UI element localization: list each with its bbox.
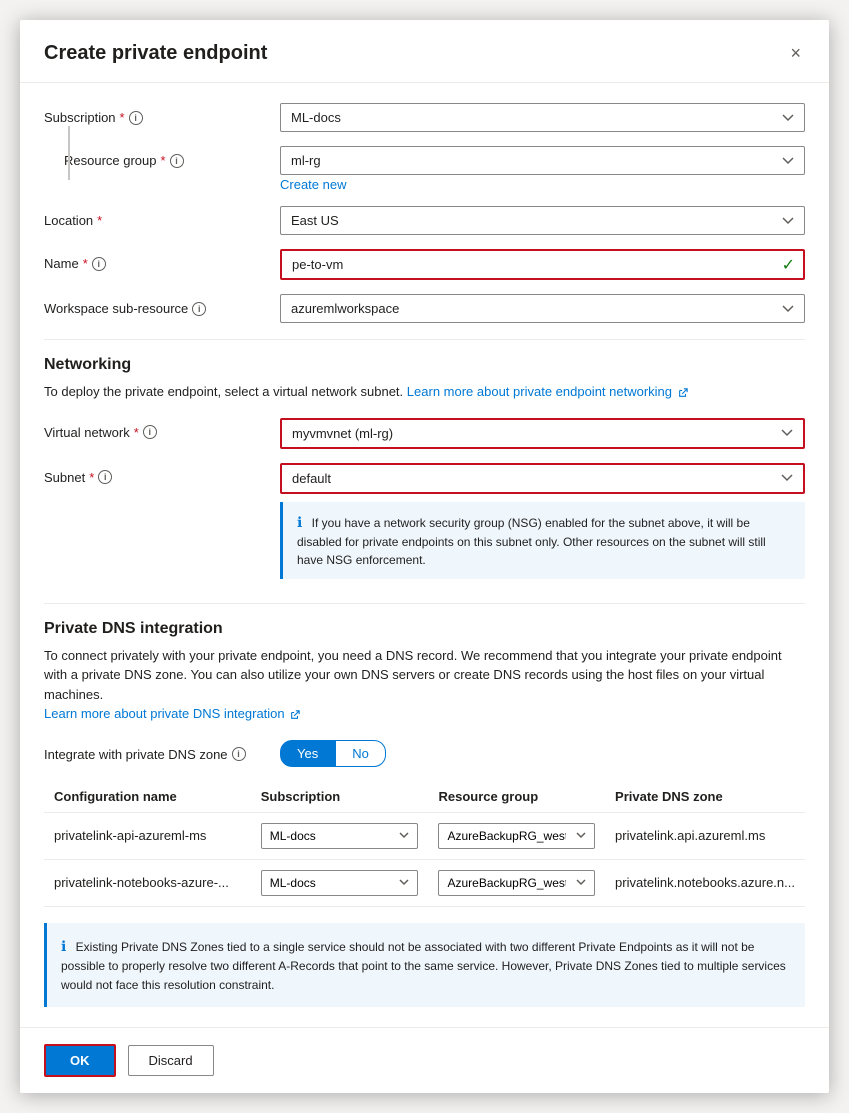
- row2-subscription: ML-docs: [251, 859, 429, 906]
- networking-title: Networking: [44, 356, 805, 374]
- row1-dns-zone: privatelink.api.azureml.ms: [605, 812, 805, 859]
- location-label: Location *: [44, 206, 264, 228]
- integrate-dns-row: Integrate with private DNS zone i Yes No: [44, 740, 805, 767]
- info-box-icon: ℹ: [297, 514, 302, 530]
- subscription-select[interactable]: ML-docs: [280, 103, 805, 132]
- location-select[interactable]: East US: [280, 206, 805, 235]
- toggle-group: Yes No: [280, 740, 805, 767]
- integrate-dns-control: Yes No: [280, 740, 805, 767]
- row1-config-name: privatelink-api-azureml-ms: [44, 812, 251, 859]
- private-dns-desc: To connect privately with your private e…: [44, 646, 805, 724]
- discard-button[interactable]: Discard: [128, 1045, 214, 1076]
- networking-section: Networking To deploy the private endpoin…: [44, 356, 805, 587]
- resource-group-info-icon[interactable]: i: [170, 154, 184, 168]
- name-input-wrap: ✓: [280, 249, 805, 280]
- vnet-label: Virtual network * i: [44, 418, 264, 440]
- name-label: Name * i: [44, 249, 264, 271]
- create-private-endpoint-dialog: Create private endpoint × Subscription *…: [20, 20, 829, 1093]
- vnet-row: Virtual network * i myvmvnet (ml-rg): [44, 418, 805, 449]
- subnet-row: Subnet * i default ℹ If you have a netwo…: [44, 463, 805, 587]
- row1-resource-group: AzureBackupRG_westus_1: [428, 812, 605, 859]
- required-marker: *: [89, 470, 94, 485]
- row2-rg-select[interactable]: AzureBackupRG_westus_1: [438, 870, 595, 896]
- required-marker: *: [83, 256, 88, 271]
- dialog-title: Create private endpoint: [44, 42, 267, 65]
- workspace-info-icon[interactable]: i: [192, 302, 206, 316]
- external-link-icon: [678, 388, 688, 398]
- vnet-control: myvmvnet (ml-rg): [280, 418, 805, 449]
- dialog-body: Subscription * i ML-docs Resource group …: [20, 83, 829, 1027]
- row1-rg-select[interactable]: AzureBackupRG_westus_1: [438, 823, 595, 849]
- row1-subscription-select[interactable]: ML-docs: [261, 823, 419, 849]
- vnet-select[interactable]: myvmvnet (ml-rg): [280, 418, 805, 449]
- workspace-label: Workspace sub-resource i: [44, 294, 264, 316]
- resource-group-row: Resource group * i ml-rg Create new: [44, 146, 805, 192]
- dns-table-body: privatelink-api-azureml-ms ML-docs Azure…: [44, 812, 805, 906]
- table-row: privatelink-api-azureml-ms ML-docs Azure…: [44, 812, 805, 859]
- dialog-footer: OK Discard: [20, 1027, 829, 1093]
- location-row: Location * East US: [44, 206, 805, 235]
- required-marker: *: [120, 110, 125, 125]
- subscription-control: ML-docs: [280, 103, 805, 132]
- col-header-subscription: Subscription: [251, 781, 429, 813]
- private-dns-section: Private DNS integration To connect priva…: [44, 620, 805, 1008]
- row2-resource-group: AzureBackupRG_westus_1: [428, 859, 605, 906]
- subscription-info-icon[interactable]: i: [129, 111, 143, 125]
- required-marker: *: [134, 425, 139, 440]
- check-icon: ✓: [782, 255, 795, 275]
- subnet-label: Subnet * i: [44, 463, 264, 485]
- dns-external-link-icon: [290, 710, 300, 720]
- resource-group-control: ml-rg Create new: [280, 146, 805, 192]
- dialog-header: Create private endpoint ×: [20, 20, 829, 83]
- dns-table: Configuration name Subscription Resource…: [44, 781, 805, 907]
- nsg-info-box: ℹ If you have a network security group (…: [280, 502, 805, 579]
- indent-line: [68, 126, 70, 180]
- name-control: ✓: [280, 249, 805, 280]
- col-header-rg: Resource group: [428, 781, 605, 813]
- workspace-row: Workspace sub-resource i azuremlworkspac…: [44, 294, 805, 323]
- col-header-config: Configuration name: [44, 781, 251, 813]
- integrate-dns-info-icon[interactable]: i: [232, 747, 246, 761]
- name-row: Name * i ✓: [44, 249, 805, 280]
- resource-group-label: Resource group * i: [64, 146, 264, 168]
- integrate-dns-label: Integrate with private DNS zone i: [44, 740, 264, 762]
- workspace-control: azuremlworkspace: [280, 294, 805, 323]
- networking-learn-more-link[interactable]: Learn more about private endpoint networ…: [407, 384, 688, 399]
- row2-config-name: privatelink-notebooks-azure-...: [44, 859, 251, 906]
- close-button[interactable]: ×: [786, 40, 805, 66]
- subnet-info-icon[interactable]: i: [98, 470, 112, 484]
- dns-table-header-row: Configuration name Subscription Resource…: [44, 781, 805, 813]
- table-row: privatelink-notebooks-azure-... ML-docs …: [44, 859, 805, 906]
- private-dns-title: Private DNS integration: [44, 620, 805, 638]
- warning-box: ℹ Existing Private DNS Zones tied to a s…: [44, 923, 805, 1008]
- subnet-select[interactable]: default: [280, 463, 805, 494]
- subscription-row: Subscription * i ML-docs: [44, 103, 805, 132]
- row1-subscription: ML-docs: [251, 812, 429, 859]
- required-marker: *: [97, 213, 102, 228]
- resource-group-select[interactable]: ml-rg: [280, 146, 805, 175]
- required-marker: *: [161, 153, 166, 168]
- toggle-yes-button[interactable]: Yes: [280, 740, 335, 767]
- divider-1: [44, 339, 805, 340]
- name-info-icon[interactable]: i: [92, 257, 106, 271]
- name-input[interactable]: [280, 249, 805, 280]
- subscription-label: Subscription * i: [44, 103, 264, 125]
- divider-2: [44, 603, 805, 604]
- row2-dns-zone: privatelink.notebooks.azure.n...: [605, 859, 805, 906]
- ok-button[interactable]: OK: [44, 1044, 116, 1077]
- warning-info-icon: ℹ: [61, 938, 66, 954]
- col-header-dns: Private DNS zone: [605, 781, 805, 813]
- location-control: East US: [280, 206, 805, 235]
- create-new-link[interactable]: Create new: [280, 177, 346, 192]
- networking-desc: To deploy the private endpoint, select a…: [44, 382, 805, 402]
- vnet-info-icon[interactable]: i: [143, 425, 157, 439]
- workspace-select[interactable]: azuremlworkspace: [280, 294, 805, 323]
- row2-subscription-select[interactable]: ML-docs: [261, 870, 419, 896]
- dns-table-head: Configuration name Subscription Resource…: [44, 781, 805, 813]
- toggle-no-button[interactable]: No: [335, 740, 386, 767]
- private-dns-learn-more-link[interactable]: Learn more about private DNS integration: [44, 706, 300, 721]
- subnet-control: default ℹ If you have a network security…: [280, 463, 805, 587]
